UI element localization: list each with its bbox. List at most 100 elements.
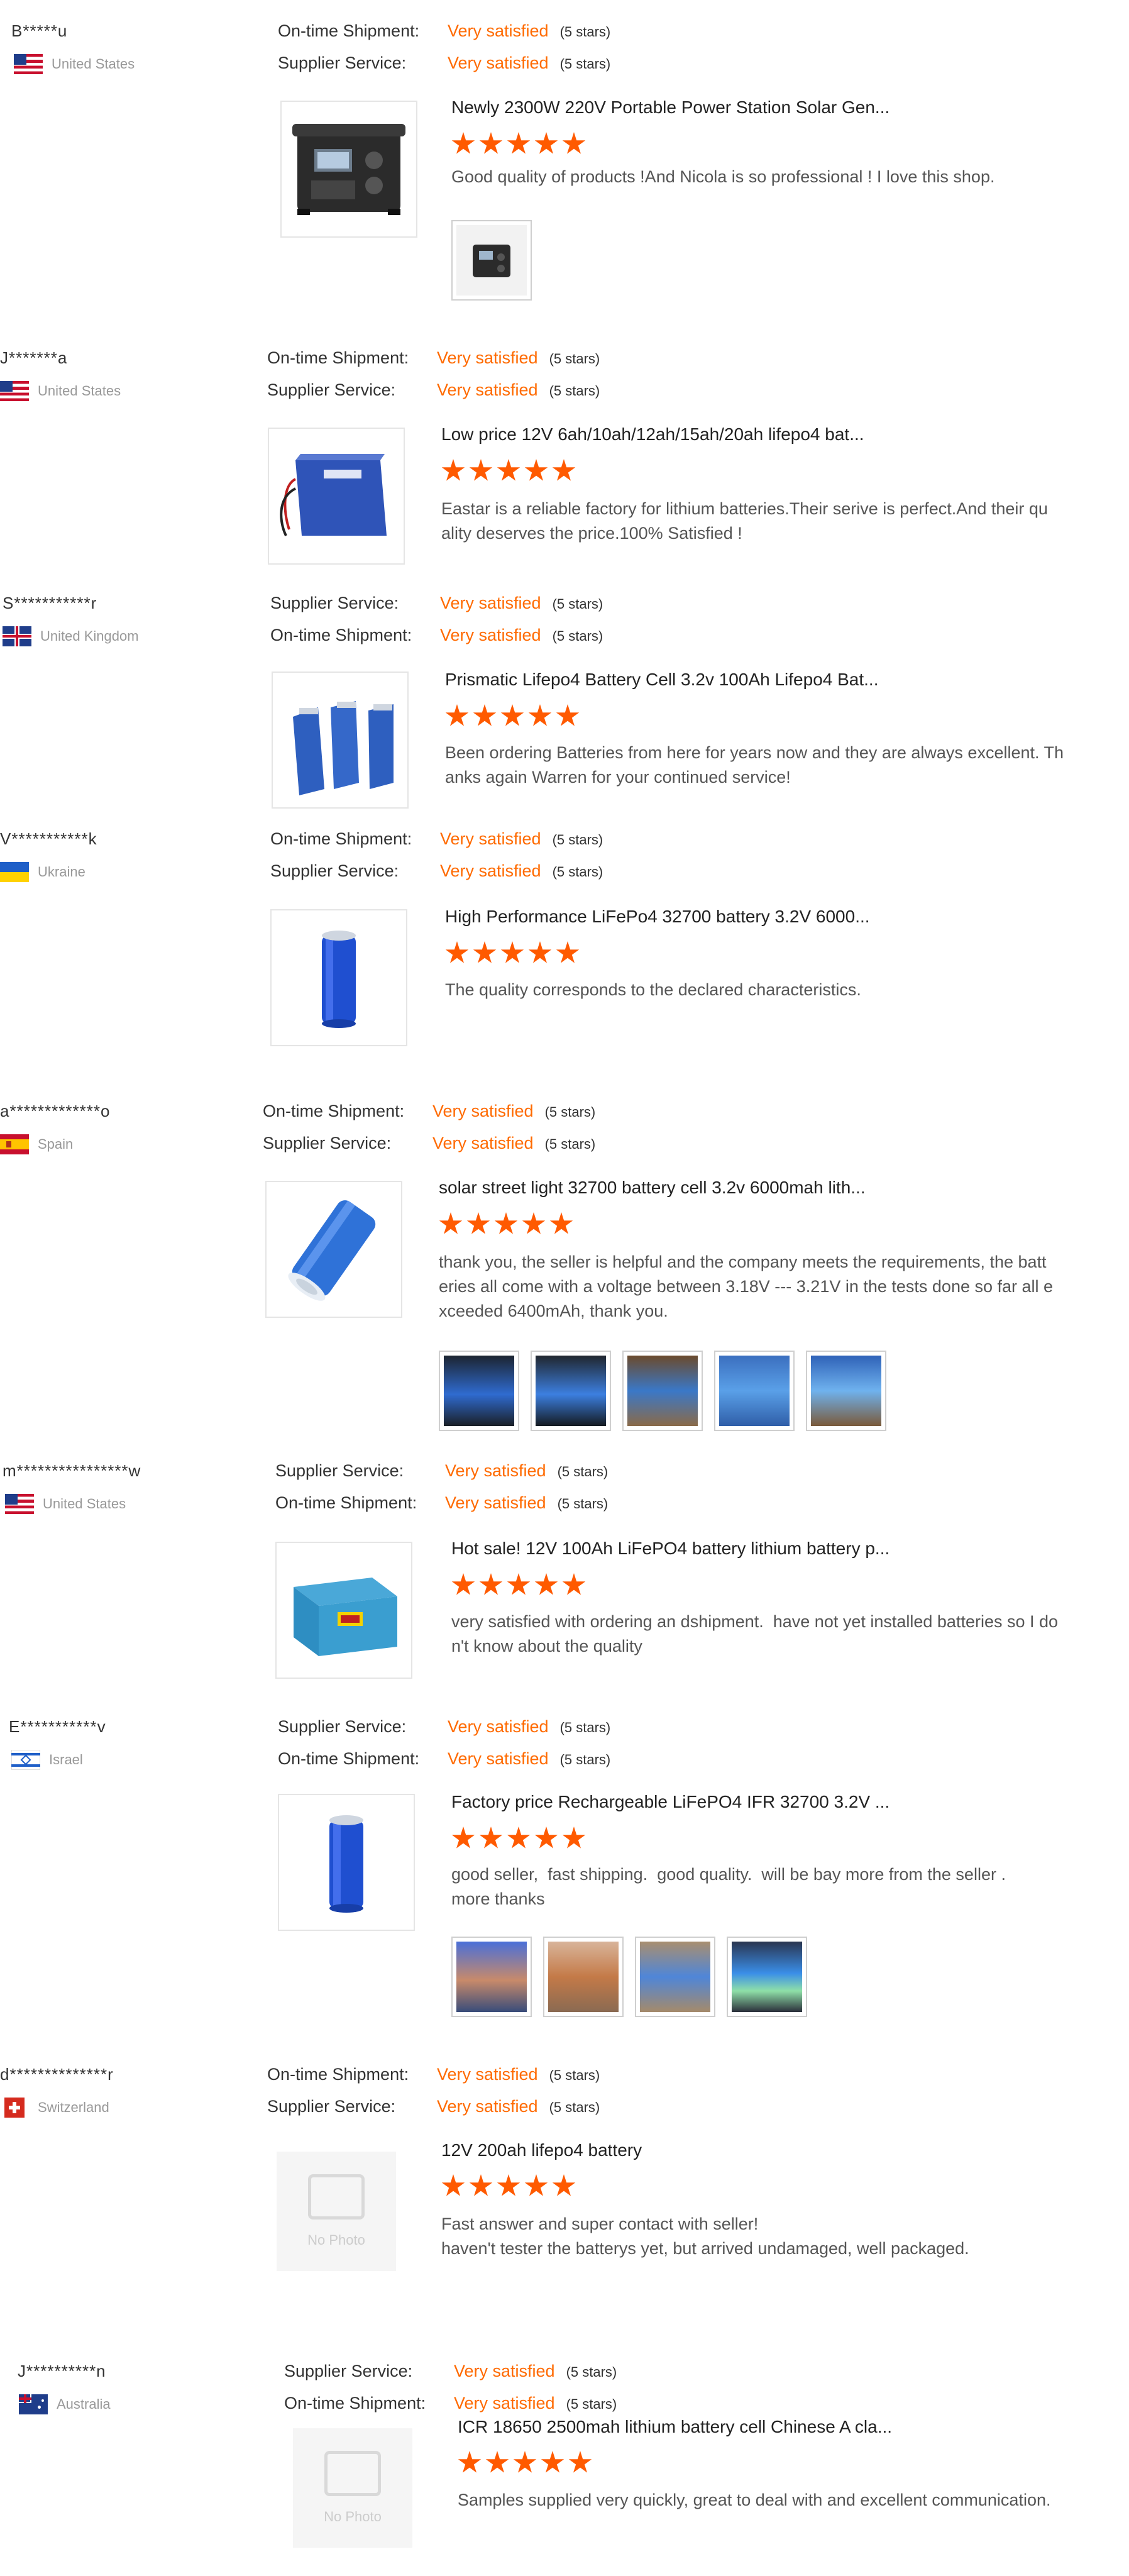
review-text: very satisfied with ordering an dshipmen… xyxy=(451,1612,1059,1656)
star-icon xyxy=(556,941,580,963)
product-thumbnail[interactable] xyxy=(278,1794,415,1931)
product-title-link[interactable]: Prismatic Lifepo4 Battery Cell 3.2v 100A… xyxy=(445,670,879,690)
review-photo[interactable] xyxy=(451,220,532,301)
review-text: thank you, the seller is helpful and the… xyxy=(439,1252,1054,1320)
rating-stars-count: (5 stars) xyxy=(559,56,611,72)
rating-label: Supplier Service: xyxy=(275,1461,404,1480)
rating-line: On-time Shipment: Very satisfied (5 stars) xyxy=(267,2065,600,2084)
star-icon xyxy=(451,132,475,154)
product-thumbnail[interactable]: No Photo xyxy=(284,2419,421,2557)
star-icon xyxy=(473,704,497,726)
gb-flag-icon xyxy=(3,626,31,646)
rating-line: On-time Shipment: Very satisfied (5 stars) xyxy=(278,1749,610,1769)
product-thumbnail[interactable] xyxy=(265,1181,402,1318)
rating-label: On-time Shipment: xyxy=(263,1102,405,1120)
product-thumbnail[interactable] xyxy=(270,909,407,1046)
review-photo[interactable] xyxy=(622,1351,703,1431)
star-icon xyxy=(445,704,469,726)
rating-line: Supplier Service: Very satisfied (5 stars) xyxy=(270,594,603,613)
product-thumbnail[interactable] xyxy=(272,672,409,809)
star-icon xyxy=(534,132,558,154)
star-icon xyxy=(458,2451,482,2473)
buyer-country: United States xyxy=(0,381,121,401)
review-photo[interactable] xyxy=(439,1351,519,1431)
review-photo[interactable] xyxy=(635,1937,715,2017)
rating-stars-count: (5 stars) xyxy=(552,832,603,848)
rating-label: Supplier Service: xyxy=(267,380,396,399)
review-photos xyxy=(451,1937,807,2017)
star-icon xyxy=(549,1212,573,1234)
review-text: Samples supplied very quickly, great to … xyxy=(458,2490,1051,2509)
review-photo[interactable] xyxy=(451,1937,532,2017)
star-icon xyxy=(528,941,552,963)
product-thumbnail[interactable] xyxy=(268,428,405,565)
product-thumbnail[interactable] xyxy=(280,101,417,238)
star-icon xyxy=(513,2451,537,2473)
buyer-name: S***********r xyxy=(3,594,97,612)
product-title-link[interactable]: Hot sale! 12V 100Ah LiFePO4 battery lith… xyxy=(451,1539,889,1559)
product-title-link[interactable]: solar street light 32700 battery cell 3.… xyxy=(439,1178,866,1198)
rating-line: Supplier Service: Very satisfied (5 stars) xyxy=(263,1134,595,1153)
rating-value: Very satisfied xyxy=(432,1134,534,1153)
rating-line: On-time Shipment: Very satisfied (5 stars) xyxy=(278,21,610,41)
rating-label: Supplier Service: xyxy=(270,594,399,612)
review-photo[interactable] xyxy=(727,1937,807,2017)
product-title-link[interactable]: High Performance LiFePo4 32700 battery 3… xyxy=(445,907,870,927)
review-photos xyxy=(451,220,532,301)
star-rating xyxy=(451,132,586,156)
il-flag-icon xyxy=(11,1750,40,1770)
rating-stars-count: (5 stars) xyxy=(552,596,603,612)
product-image xyxy=(270,429,402,563)
product-title-link[interactable]: Newly 2300W 220V Portable Power Station … xyxy=(451,97,889,118)
buyer-name: J*******a xyxy=(0,348,68,367)
star-icon xyxy=(528,704,552,726)
review-photo[interactable] xyxy=(531,1351,611,1431)
buyer-name: J**********n xyxy=(18,2362,106,2380)
us-flag-icon xyxy=(0,381,29,401)
star-icon xyxy=(522,1212,546,1234)
review-photo[interactable] xyxy=(543,1937,624,2017)
star-icon xyxy=(469,2174,493,2196)
rating-stars-count: (5 stars) xyxy=(549,383,600,399)
product-title-link[interactable]: 12V 200ah lifepo4 battery xyxy=(441,2140,642,2160)
star-icon xyxy=(534,1573,558,1595)
star-icon xyxy=(562,1827,586,1849)
product-title-link[interactable]: ICR 18650 2500mah lithium battery cell C… xyxy=(458,2417,892,2437)
buyer-name: V***********k xyxy=(0,829,97,848)
star-icon xyxy=(497,459,520,481)
rating-value: Very satisfied xyxy=(440,594,541,612)
product-title-link[interactable]: Low price 12V 6ah/10ah/12ah/15ah/20ah li… xyxy=(441,424,864,445)
buyer-country: United Kingdom xyxy=(3,626,139,646)
rating-value: Very satisfied xyxy=(440,829,541,848)
rating-stars-count: (5 stars) xyxy=(552,628,603,644)
star-icon xyxy=(556,704,580,726)
product-thumbnail[interactable] xyxy=(275,1542,412,1679)
rating-line: Supplier Service: Very satisfied (5 stars) xyxy=(278,1717,610,1737)
rating-value: Very satisfied xyxy=(445,1461,546,1480)
product-thumbnail[interactable]: No Photo xyxy=(268,2143,405,2280)
rating-line: Supplier Service: Very satisfied (5 stars) xyxy=(267,380,600,400)
star-icon xyxy=(497,2174,520,2196)
rating-line: Supplier Service: Very satisfied (5 stars) xyxy=(278,53,610,73)
buyer-name: E***********v xyxy=(9,1717,106,1736)
rating-stars-count: (5 stars) xyxy=(566,2396,617,2412)
star-icon xyxy=(479,1827,503,1849)
product-title-link[interactable]: Factory price Rechargeable LiFePO4 IFR 3… xyxy=(451,1792,889,1812)
rating-line: On-time Shipment: Very satisfied (5 stars) xyxy=(270,829,603,849)
review-photo[interactable] xyxy=(806,1351,886,1431)
rating-value: Very satisfied xyxy=(437,380,538,399)
rating-stars-count: (5 stars) xyxy=(559,24,611,40)
product-image xyxy=(273,910,405,1045)
star-rating xyxy=(439,1212,573,1236)
product-image xyxy=(286,105,412,234)
star-icon xyxy=(507,132,531,154)
star-icon xyxy=(562,1573,586,1595)
rating-stars-count: (5 stars) xyxy=(552,864,603,880)
star-icon xyxy=(568,2451,592,2473)
star-icon xyxy=(541,2451,564,2473)
rating-stars-count: (5 stars) xyxy=(559,1752,611,1767)
star-icon xyxy=(473,941,497,963)
rating-stars-count: (5 stars) xyxy=(557,1464,609,1479)
star-rating xyxy=(445,704,580,728)
review-photo[interactable] xyxy=(714,1351,795,1431)
